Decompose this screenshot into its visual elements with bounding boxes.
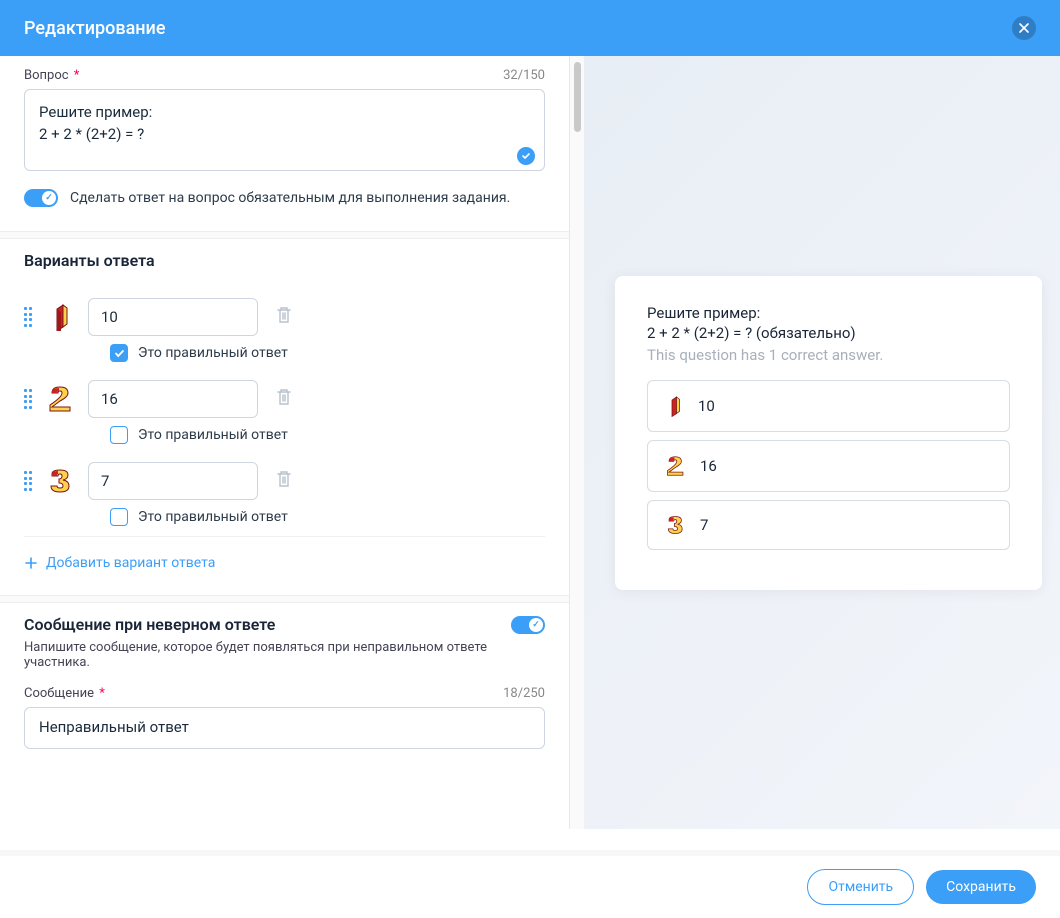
- modal-header: Редактирование: [0, 0, 1060, 56]
- save-button[interactable]: Сохранить: [926, 870, 1036, 904]
- trash-icon: [276, 388, 292, 406]
- add-answer-button[interactable]: Добавить вариант ответа: [24, 536, 545, 571]
- correct-label: Это правильный ответ: [138, 509, 288, 525]
- number-2-icon: [48, 386, 74, 412]
- number-1-icon: [48, 304, 74, 330]
- answer-row: [24, 288, 545, 346]
- wrong-msg-textarea[interactable]: [24, 707, 545, 749]
- question-textarea[interactable]: [24, 89, 545, 171]
- preview-card: Решите пример: 2 + 2 * (2+2) = ? (обязат…: [615, 276, 1042, 590]
- correct-label: Это правильный ответ: [138, 427, 288, 443]
- answer-input[interactable]: [88, 380, 258, 418]
- number-1-icon: [666, 395, 684, 417]
- correct-label: Это правильный ответ: [138, 345, 288, 361]
- correct-checkbox[interactable]: [110, 426, 128, 444]
- number-3-icon: [48, 468, 74, 494]
- answer-row: [24, 452, 545, 510]
- delete-answer-button[interactable]: [272, 302, 296, 332]
- plus-icon: [24, 556, 38, 570]
- trash-icon: [276, 470, 292, 488]
- required-toggle[interactable]: [24, 189, 58, 207]
- question-label: Вопрос *: [24, 68, 79, 83]
- drag-handle-icon[interactable]: [24, 471, 34, 491]
- correct-checkbox[interactable]: [110, 508, 128, 526]
- preview-question-line1: Решите пример:: [647, 304, 1010, 322]
- scrollbar[interactable]: [570, 56, 584, 829]
- delete-answer-button[interactable]: [272, 466, 296, 496]
- close-icon: [1019, 23, 1029, 33]
- valid-check-icon: [517, 147, 535, 165]
- wrong-msg-title: Сообщение при неверном ответе: [24, 615, 275, 634]
- question-counter: 32/150: [503, 68, 545, 83]
- required-toggle-label: Сделать ответ на вопрос обязательным для…: [70, 190, 510, 206]
- wrong-msg-toggle[interactable]: [511, 616, 545, 634]
- preview-panel: Решите пример: 2 + 2 * (2+2) = ? (обязат…: [570, 56, 1060, 829]
- wrong-msg-label: Сообщение *: [24, 686, 105, 701]
- drag-handle-icon[interactable]: [24, 307, 34, 327]
- answer-input[interactable]: [88, 298, 258, 336]
- correct-checkbox[interactable]: [110, 344, 128, 362]
- wrong-msg-help: Напишите сообщение, которое будет появля…: [24, 640, 545, 670]
- wrong-msg-counter: 18/250: [503, 686, 545, 701]
- number-3-icon: [666, 515, 686, 535]
- preview-hint: This question has 1 correct answer.: [647, 346, 1010, 364]
- trash-icon: [276, 306, 292, 324]
- preview-option[interactable]: 16: [647, 440, 1010, 492]
- drag-handle-icon[interactable]: [24, 389, 34, 409]
- footer: Отменить Сохранить: [0, 850, 1060, 918]
- answer-row: [24, 370, 545, 428]
- modal-title: Редактирование: [24, 18, 165, 39]
- answer-input[interactable]: [88, 462, 258, 500]
- number-2-icon: [666, 455, 686, 477]
- editor-panel: Вопрос * 32/150 Сделать ответ на вопрос …: [0, 56, 570, 829]
- preview-option[interactable]: 10: [647, 380, 1010, 432]
- delete-answer-button[interactable]: [272, 384, 296, 414]
- answers-section-title: Варианты ответа: [24, 251, 545, 270]
- close-button[interactable]: [1012, 16, 1036, 40]
- preview-option[interactable]: 7: [647, 500, 1010, 550]
- preview-question-line2: 2 + 2 * (2+2) = ? (обязательно): [647, 324, 1010, 342]
- cancel-button[interactable]: Отменить: [807, 869, 914, 905]
